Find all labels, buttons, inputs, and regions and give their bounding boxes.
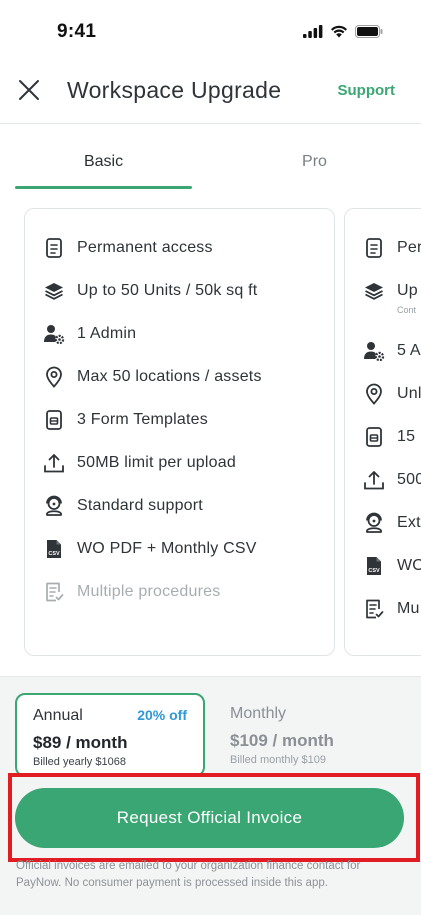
page-title: Workspace Upgrade xyxy=(67,77,282,103)
feature-label: Unl xyxy=(397,385,421,402)
document-icon xyxy=(363,237,385,259)
request-invoice-button[interactable]: Request Official Invoice xyxy=(15,788,404,848)
status-icons xyxy=(303,25,383,38)
feature-label: Up to 50 Units / 50k sq ft xyxy=(77,282,258,299)
header: Workspace Upgrade Support xyxy=(0,60,421,124)
location-pin-icon xyxy=(43,366,65,388)
feature-row: 1 Admin xyxy=(43,321,136,347)
plan-card-pro[interactable]: Per Up Cont 5 A Unl 15 I xyxy=(344,208,421,656)
active-tab-indicator xyxy=(15,186,192,189)
battery-icon xyxy=(355,25,383,38)
location-pin-icon xyxy=(363,383,385,405)
feature-label: Ext xyxy=(397,514,421,531)
plan-tabs: Basic Pro xyxy=(0,124,421,192)
admin-gear-icon xyxy=(43,323,65,345)
feature-row: Max 50 locations / assets xyxy=(43,364,262,390)
close-icon[interactable] xyxy=(16,77,42,103)
feature-row: Unl xyxy=(363,381,421,407)
feature-row: Permanent access xyxy=(43,235,213,261)
admin-gear-icon xyxy=(363,340,385,362)
feature-label: Standard support xyxy=(77,497,203,514)
feature-label: WO PDF + Monthly CSV xyxy=(77,540,257,557)
feature-label: WO xyxy=(397,557,421,574)
feature-row: CSV WO PDF + Monthly CSV xyxy=(43,536,257,562)
feature-row: 50MB limit per upload xyxy=(43,450,236,476)
feature-row: Up to 50 Units / 50k sq ft xyxy=(43,278,257,304)
upload-icon xyxy=(363,469,385,491)
feature-label: Per xyxy=(397,239,421,256)
billing-option-annual[interactable]: Annual 20% off $89 / month Billed yearly… xyxy=(15,693,205,777)
feature-label: Multiple procedures xyxy=(77,583,221,600)
svg-text:CSV: CSV xyxy=(368,568,380,574)
feature-label: Max 50 locations / assets xyxy=(77,368,262,385)
layers-icon xyxy=(43,280,65,302)
layers-icon xyxy=(363,280,385,302)
feature-row: Per xyxy=(363,235,421,261)
plan-card-basic: Permanent access Up to 50 Units / 50k sq… xyxy=(24,208,335,656)
discount-badge: 20% off xyxy=(137,707,187,723)
app-screen: 9:41 Workspace Upgrade Support Basic Pro… xyxy=(0,0,421,915)
feature-row-disabled: Multiple procedures xyxy=(43,579,220,605)
feature-label: 500 xyxy=(397,471,421,488)
checklist-icon xyxy=(363,598,385,620)
form-template-icon xyxy=(363,426,385,448)
feature-row: 15 I xyxy=(363,424,421,450)
feature-label: Mu xyxy=(397,600,420,617)
feature-row: 3 Form Templates xyxy=(43,407,208,433)
feature-label: 5 A xyxy=(397,342,421,359)
feature-row: Standard support xyxy=(43,493,203,519)
feature-label: 3 Form Templates xyxy=(77,411,208,428)
tab-basic[interactable]: Basic xyxy=(15,124,192,192)
billing-option-price: $109 / month xyxy=(230,731,334,750)
svg-text:CSV: CSV xyxy=(48,551,60,557)
feature-row: 500 xyxy=(363,467,421,493)
checklist-icon xyxy=(43,581,65,603)
feature-label: 1 Admin xyxy=(77,325,137,342)
tab-pro[interactable]: Pro xyxy=(226,124,403,192)
billing-option-note: Billed yearly $1068 xyxy=(33,756,126,768)
billing-option-label: Annual xyxy=(33,707,83,724)
cellular-signal-icon xyxy=(303,25,323,38)
billing-option-price: $89 / month xyxy=(33,733,128,752)
csv-file-icon: CSV xyxy=(363,555,385,577)
support-link[interactable]: Support xyxy=(338,82,396,99)
billing-option-note: Billed monthly $109 xyxy=(230,754,327,766)
feature-row: Mu xyxy=(363,596,420,622)
form-template-icon xyxy=(43,409,65,431)
feature-row: 5 A xyxy=(363,338,421,364)
wifi-icon xyxy=(331,25,347,38)
support-agent-icon xyxy=(363,512,385,534)
document-icon xyxy=(43,237,65,259)
billing-option-monthly[interactable]: Monthly $109 / month Billed monthly $109 xyxy=(220,693,410,777)
feature-label: 50MB limit per upload xyxy=(77,454,236,471)
status-bar: 9:41 xyxy=(0,0,421,60)
billing-option-label: Monthly xyxy=(230,705,287,722)
feature-label: Up xyxy=(397,282,418,299)
csv-file-icon: CSV xyxy=(43,538,65,560)
feature-sublabel: Cont xyxy=(397,305,417,315)
support-agent-icon xyxy=(43,495,65,517)
upload-icon xyxy=(43,452,65,474)
feature-row: CSV WO xyxy=(363,553,421,579)
feature-label: Permanent access xyxy=(77,239,213,256)
feature-label: 15 I xyxy=(397,428,421,445)
feature-row: Ext xyxy=(363,510,421,536)
feature-row: Up xyxy=(363,278,418,304)
invoice-disclaimer: Official invoices are emailed to your or… xyxy=(16,860,361,889)
status-time: 9:41 xyxy=(57,21,97,42)
